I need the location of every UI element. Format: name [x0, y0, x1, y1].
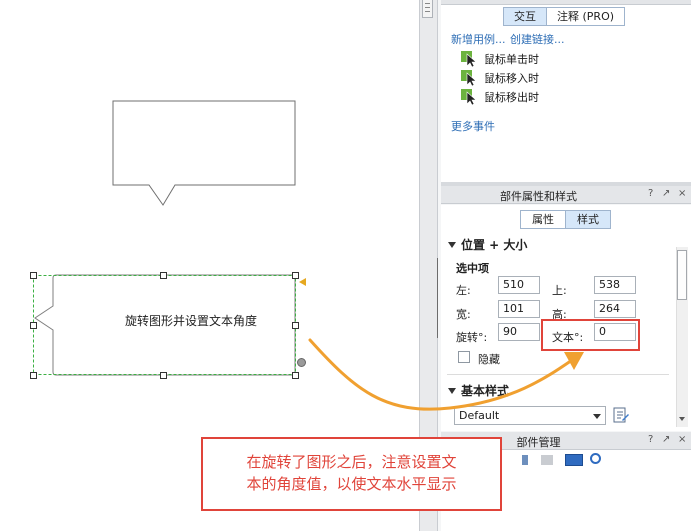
close-icon[interactable]: ×: [678, 188, 686, 199]
selected-item-label: 选中项: [456, 262, 489, 275]
left-input[interactable]: 510: [498, 276, 540, 294]
annotation-arrow: [308, 338, 584, 411]
toolbar-icon[interactable]: [522, 455, 528, 465]
event-label: 鼠标移入时: [484, 72, 539, 85]
event-onclick[interactable]: 鼠标单击时: [461, 51, 539, 67]
resize-handle-s[interactable]: [160, 372, 167, 379]
section-position-size[interactable]: 位置 + 大小: [448, 236, 527, 253]
resize-handle-sw[interactable]: [30, 372, 37, 379]
add-case-link[interactable]: 新增用例...: [451, 31, 506, 47]
close-icon[interactable]: ×: [678, 434, 686, 445]
top-input[interactable]: 538: [594, 276, 636, 294]
top-label: 上:: [552, 284, 567, 297]
tab-style[interactable]: 样式: [566, 211, 610, 228]
event-label: 鼠标单击时: [484, 53, 539, 66]
tab-interaction[interactable]: 交互: [504, 8, 547, 25]
annotation-line-1: 在旋转了图形之后，注意设置文: [246, 453, 457, 471]
collapse-triangle-icon: [448, 242, 456, 248]
help-icon[interactable]: ?: [648, 188, 653, 199]
search-icon[interactable]: [590, 453, 601, 464]
annotation-text: 在旋转了图形之后，注意设置文 本的角度值，以使文本水平显示: [203, 451, 500, 495]
interaction-panel-topbar: [441, 0, 691, 5]
tab-properties[interactable]: 属性: [521, 211, 566, 228]
props-tabs: 属性 样式: [520, 210, 611, 229]
resize-handle-w[interactable]: [30, 322, 37, 329]
shape-adjust-handle[interactable]: [299, 278, 306, 286]
more-events-link[interactable]: 更多事件: [451, 118, 495, 134]
toolbar-icon[interactable]: [541, 455, 553, 465]
green-cursor-icon: [461, 70, 477, 86]
resize-handle-se[interactable]: [292, 372, 299, 379]
help-icon[interactable]: ?: [648, 434, 653, 445]
resize-handle-e[interactable]: [292, 322, 299, 329]
shape-text: 旋转图形并设置文本角度: [124, 314, 257, 328]
green-cursor-icon: [461, 51, 477, 67]
interaction-tabs: 交互 注释 (PRO): [503, 7, 626, 26]
props-panel-titlebar: 部件属性和样式 ? ↗ ×: [441, 186, 691, 204]
width-label: 宽:: [456, 308, 471, 321]
tab-notes[interactable]: 注释 (PRO): [547, 8, 624, 25]
event-onmouseenter[interactable]: 鼠标移入时: [461, 70, 539, 86]
chevron-down-icon: [593, 414, 601, 419]
resize-handle-n[interactable]: [160, 272, 167, 279]
width-input[interactable]: 101: [498, 300, 540, 318]
create-link-link[interactable]: 创建链接...: [510, 31, 565, 47]
height-input[interactable]: 264: [594, 300, 636, 318]
scroll-down-icon[interactable]: [679, 417, 685, 421]
event-label: 鼠标移出时: [484, 91, 539, 104]
scrollbar-thumb[interactable]: [677, 250, 687, 300]
resize-handle-nw[interactable]: [30, 272, 37, 279]
annotation-note: 在旋转了图形之后，注意设置文 本的角度值，以使文本水平显示: [201, 437, 502, 511]
section-title: 位置 + 大小: [461, 238, 528, 252]
selected-callout-shape[interactable]: 旋转图形并设置文本角度: [30, 272, 299, 379]
splitter-grip-icon[interactable]: [422, 0, 433, 18]
filter-icon[interactable]: [565, 454, 583, 466]
edit-style-icon[interactable]: [612, 405, 630, 425]
props-panel-title: 部件属性和样式: [500, 190, 577, 203]
speech-callout-shape[interactable]: [112, 100, 296, 208]
pin-icon[interactable]: ↗: [662, 188, 670, 199]
event-onmouseleave[interactable]: 鼠标移出时: [461, 89, 539, 105]
annotation-line-2: 本的角度值，以使文本水平显示: [246, 475, 457, 493]
resize-handle-ne[interactable]: [292, 272, 299, 279]
left-label: 左:: [456, 284, 471, 297]
pin-icon[interactable]: ↗: [662, 434, 670, 445]
green-cursor-icon: [461, 89, 477, 105]
